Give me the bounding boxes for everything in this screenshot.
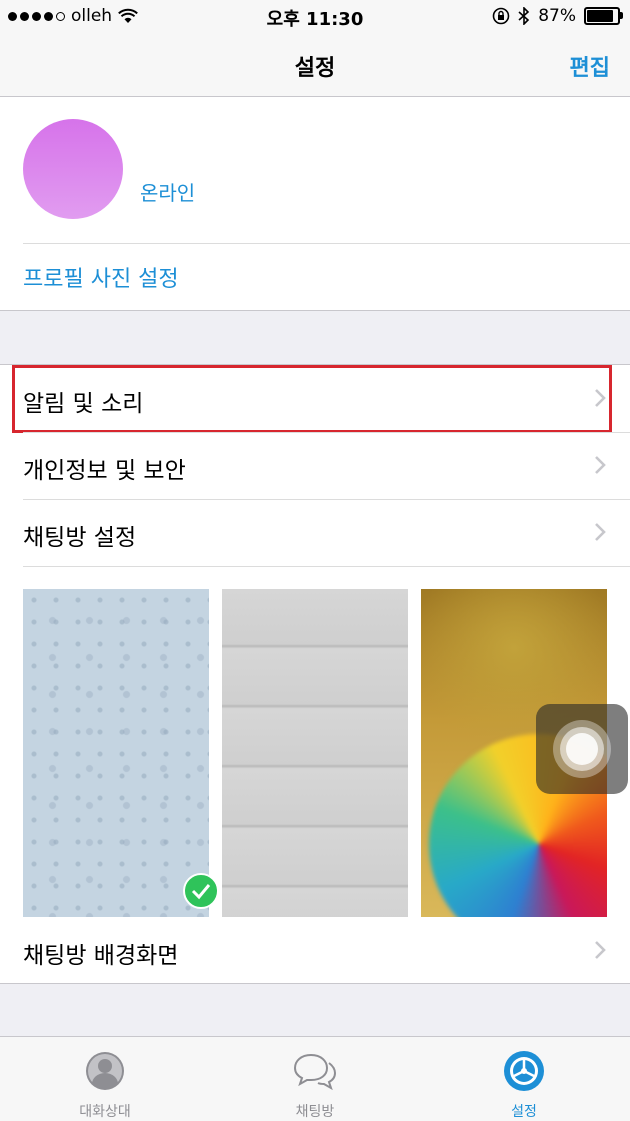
highlight-box xyxy=(12,365,612,433)
navigation-bar: 설정 편집 xyxy=(0,34,630,97)
chevron-right-icon xyxy=(595,941,606,959)
battery-icon xyxy=(584,7,623,25)
avatar[interactable] xyxy=(23,119,123,219)
tab-label: 대화상대 xyxy=(79,1104,131,1120)
settings-row-chat-settings[interactable]: 채팅방 설정 xyxy=(0,499,630,566)
profile-section: 온라인 프로필 사진 설정 xyxy=(0,97,630,311)
divider xyxy=(23,243,630,244)
status-right: 87% xyxy=(492,6,623,26)
settings-row-privacy[interactable]: 개인정보 및 보안 xyxy=(0,432,630,499)
tab-contacts[interactable]: 대화상대 xyxy=(45,1043,165,1121)
orientation-lock-icon xyxy=(492,7,510,25)
assistive-touch-button[interactable] xyxy=(536,704,628,794)
edit-button[interactable]: 편집 xyxy=(570,50,610,82)
settings-group: 알림 및 소리 개인정보 및 보안 채팅방 설정 채팅방 배경화면 xyxy=(0,364,630,984)
settings-row-label: 개인정보 및 보안 xyxy=(23,458,186,484)
online-status: 온라인 xyxy=(140,181,196,205)
wallpaper-thumbnail-pattern[interactable] xyxy=(23,589,219,917)
settings-row-label: 채팅방 배경화면 xyxy=(23,943,179,969)
wallpaper-thumbnail-wood[interactable] xyxy=(222,589,408,917)
settings-icon xyxy=(504,1051,544,1091)
tab-bar: 대화상대 채팅방 설정 xyxy=(0,1036,630,1121)
settings-row-label: 채팅방 설정 xyxy=(23,525,137,551)
chats-icon xyxy=(293,1053,337,1091)
selected-check-icon xyxy=(183,873,219,909)
page-title: 설정 xyxy=(294,56,336,81)
contacts-icon xyxy=(86,1052,124,1090)
chevron-right-icon xyxy=(595,523,606,541)
set-profile-photo-button[interactable]: 프로필 사진 설정 xyxy=(23,261,179,293)
status-bar: olleh 오후 11:30 87% xyxy=(0,0,630,34)
settings-row-notifications[interactable]: 알림 및 소리 xyxy=(0,365,630,433)
tab-label: 설정 xyxy=(511,1104,537,1120)
battery-percent: 87% xyxy=(538,6,576,26)
chevron-right-icon xyxy=(595,456,606,474)
bluetooth-icon xyxy=(518,7,530,25)
divider xyxy=(23,566,630,567)
settings-row-chat-wallpaper[interactable]: 채팅방 배경화면 xyxy=(0,917,630,984)
tab-label: 채팅방 xyxy=(295,1104,335,1120)
tab-settings[interactable]: 설정 xyxy=(464,1043,584,1121)
tab-chats[interactable]: 채팅방 xyxy=(255,1043,375,1121)
